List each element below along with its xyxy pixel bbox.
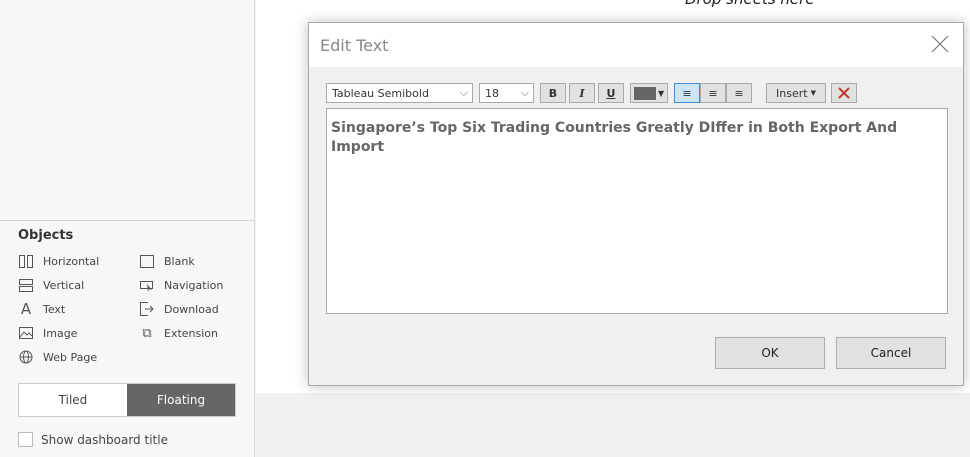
align-left-button[interactable]: ≡ <box>674 83 700 103</box>
blank-icon <box>139 254 155 268</box>
object-label: Download <box>164 302 219 316</box>
align-right-button[interactable]: ≡ <box>726 83 752 103</box>
clear-x-icon <box>838 87 850 99</box>
object-horizontal[interactable]: Horizontal <box>18 254 99 268</box>
object-label: Horizontal <box>43 254 100 268</box>
align-left-icon: ≡ <box>682 86 692 100</box>
font-size-select[interactable]: 18 ⌵ <box>479 83 534 103</box>
dialog-title-bar: Edit Text <box>309 23 963 67</box>
object-text[interactable]: A Text <box>18 300 66 318</box>
object-label: Navigation <box>164 278 224 292</box>
object-vertical[interactable]: Vertical <box>18 278 84 292</box>
object-navigation[interactable]: Navigation <box>139 278 223 292</box>
chevron-down-icon: ⌵ <box>459 86 468 99</box>
vertical-container-icon <box>18 278 34 292</box>
underline-button[interactable]: U <box>598 83 624 103</box>
align-center-button[interactable]: ≡ <box>700 83 726 103</box>
navigation-icon <box>139 278 155 292</box>
text-color-picker[interactable]: ▼ <box>630 83 668 103</box>
extension-icon: ⧉ <box>142 325 152 341</box>
text-editor[interactable]: Singapore’s Top Six Trading Countries Gr… <box>326 108 948 314</box>
divider <box>0 220 255 221</box>
floating-button[interactable]: Floating <box>127 384 235 416</box>
text-icon: A <box>20 300 32 318</box>
close-icon[interactable] <box>931 35 949 53</box>
object-web-page[interactable]: Web Page <box>18 350 97 364</box>
download-icon <box>139 302 155 316</box>
horizontal-container-icon <box>18 254 34 268</box>
checkbox-box[interactable] <box>18 432 33 447</box>
font-family-value: Tableau Semibold <box>332 86 429 100</box>
font-size-value: 18 <box>485 86 499 100</box>
object-label: Image <box>43 326 78 340</box>
editor-content: Singapore’s Top Six Trading Countries Gr… <box>331 120 898 155</box>
object-blank[interactable]: Blank <box>139 254 195 268</box>
tiled-button[interactable]: Tiled <box>19 384 127 416</box>
edit-text-dialog: Edit Text Tableau Semibold ⌵ 18 ⌵ B I U ▼ … <box>308 22 964 386</box>
objects-heading: Objects <box>18 228 74 243</box>
italic-button[interactable]: I <box>569 83 595 103</box>
cancel-button[interactable]: Cancel <box>836 337 946 369</box>
object-label: Text <box>43 302 66 316</box>
checkbox-label: Show dashboard title <box>41 432 168 447</box>
ok-button[interactable]: OK <box>715 337 825 369</box>
color-swatch <box>634 86 656 100</box>
drop-sheets-hint: Drop sheets here <box>685 0 815 8</box>
object-label: Vertical <box>43 278 85 292</box>
layout-mode-toggle: Tiled Floating <box>18 383 236 417</box>
bold-button[interactable]: B <box>540 83 566 103</box>
align-right-icon: ≡ <box>734 86 744 100</box>
align-center-icon: ≡ <box>708 86 718 100</box>
insert-button[interactable]: Insert ▼ <box>766 83 826 103</box>
dropdown-arrow-icon: ▼ <box>658 88 665 98</box>
object-label: Blank <box>164 254 195 268</box>
dialog-title: Edit Text <box>320 36 389 55</box>
object-download[interactable]: Download <box>139 302 219 316</box>
dashboard-side-panel: Objects Horizontal Blank Vertical Naviga… <box>0 0 255 457</box>
image-icon <box>18 326 34 340</box>
insert-label: Insert <box>776 86 808 100</box>
object-extension[interactable]: ⧉ Extension <box>139 325 219 341</box>
globe-icon <box>18 350 34 364</box>
object-label: Extension <box>164 326 219 340</box>
object-image[interactable]: Image <box>18 326 77 340</box>
object-label: Web Page <box>43 350 98 364</box>
show-dashboard-title-checkbox[interactable]: Show dashboard title <box>18 432 168 447</box>
dropdown-arrow-icon: ▼ <box>810 89 816 97</box>
font-family-select[interactable]: Tableau Semibold ⌵ <box>326 83 473 103</box>
clear-formatting-button[interactable] <box>831 83 857 103</box>
chevron-down-icon: ⌵ <box>520 86 529 99</box>
